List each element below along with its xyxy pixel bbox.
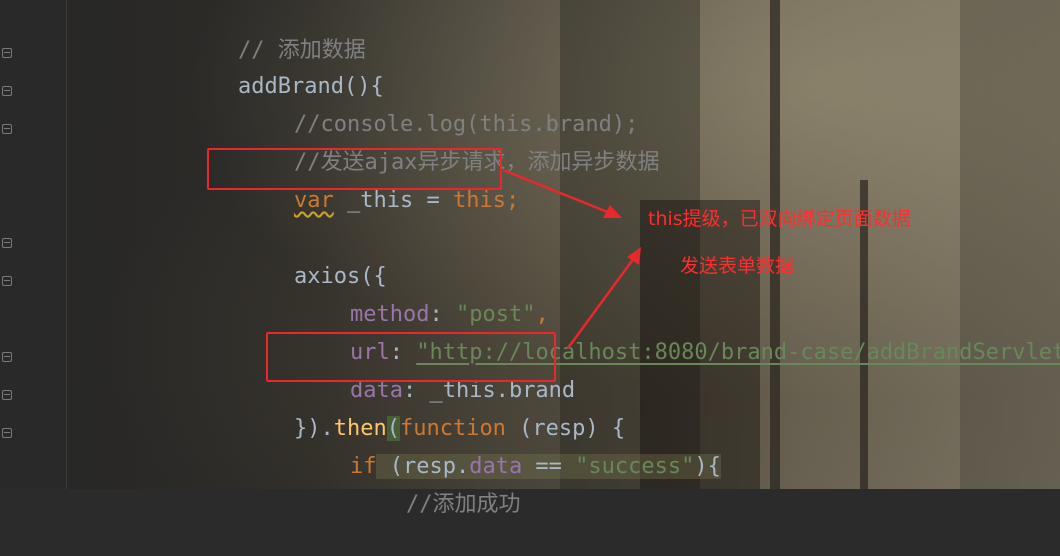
comment: //添加成功 <box>405 492 521 517</box>
annotation-note-this: this提级，已双向绑定页面数据 <box>648 208 911 230</box>
annotation-arrows <box>502 168 641 349</box>
annotation-note-form: 发送表单数据 <box>680 255 795 277</box>
arrow-to-note1 <box>502 168 622 218</box>
arrow-to-note2 <box>566 247 641 349</box>
